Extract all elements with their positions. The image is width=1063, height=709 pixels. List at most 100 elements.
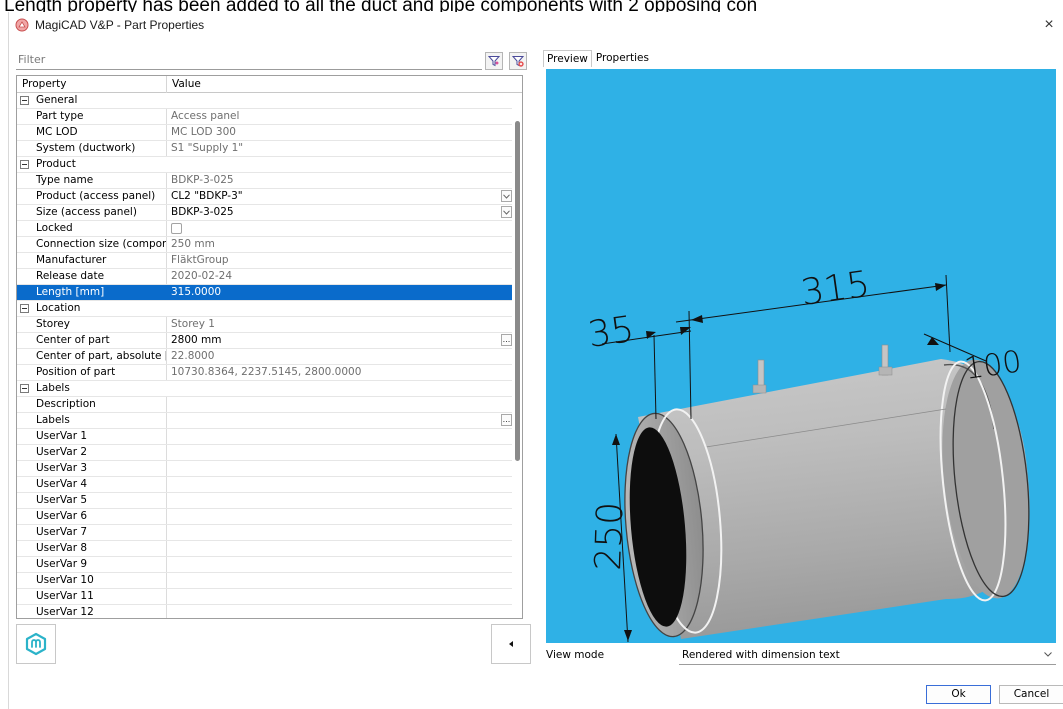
property-name: System (ductwork): [17, 141, 167, 156]
property-name: UserVar 1: [17, 429, 167, 444]
view-mode-select[interactable]: Rendered with dimension text: [679, 645, 1056, 665]
collapse-panel-button[interactable]: [491, 624, 531, 664]
locked-checkbox[interactable]: [171, 223, 182, 234]
property-value[interactable]: [167, 445, 514, 460]
category-row[interactable]: General: [17, 93, 514, 109]
property-row[interactable]: Description: [17, 397, 514, 413]
dropdown-button[interactable]: [501, 206, 512, 218]
property-row[interactable]: Type name BDKP-3-025: [17, 173, 514, 189]
property-name: Part type: [17, 109, 167, 124]
property-row[interactable]: Size (access panel) BDKP-3-025: [17, 205, 514, 221]
property-value[interactable]: [167, 461, 514, 476]
title-bar: MagiCAD V&P - Part Properties ×: [9, 12, 1063, 38]
property-row[interactable]: UserVar 11: [17, 589, 514, 605]
vertical-scrollbar[interactable]: [512, 93, 522, 618]
clear-filter-button[interactable]: [509, 52, 527, 70]
property-row[interactable]: Length [mm] 315.0000: [17, 285, 514, 301]
property-row[interactable]: Connection size (component) 250 mm: [17, 237, 514, 253]
ellipsis-button[interactable]: ...: [501, 334, 512, 346]
property-value-text: Access panel: [171, 110, 240, 122]
property-name: Position of part: [17, 365, 167, 380]
collapse-minus-icon[interactable]: [20, 304, 29, 313]
property-name: Manufacturer: [17, 253, 167, 268]
ok-button[interactable]: Ok: [926, 685, 991, 704]
property-value[interactable]: [167, 477, 514, 492]
property-row[interactable]: Labels...: [17, 413, 514, 429]
property-value[interactable]: [167, 541, 514, 556]
property-value[interactable]: CL2 "BDKP-3": [167, 189, 514, 204]
property-row[interactable]: System (ductwork) S1 "Supply 1": [17, 141, 514, 157]
property-value[interactable]: [167, 429, 514, 444]
property-row[interactable]: Part type Access panel: [17, 109, 514, 125]
ellipsis-button[interactable]: ...: [501, 414, 512, 426]
property-value[interactable]: [167, 493, 514, 508]
property-row[interactable]: Storey Storey 1: [17, 317, 514, 333]
scrollbar-thumb[interactable]: [515, 121, 520, 461]
category-row[interactable]: Labels: [17, 381, 514, 397]
property-row[interactable]: UserVar 5: [17, 493, 514, 509]
property-row[interactable]: Manufacturer FläktGroup: [17, 253, 514, 269]
collapse-minus-icon[interactable]: [20, 96, 29, 105]
property-value[interactable]: [167, 557, 514, 572]
property-row[interactable]: Locked: [17, 221, 514, 237]
property-value[interactable]: 315.0000: [167, 285, 514, 300]
property-value-text: MC LOD 300: [171, 126, 236, 138]
property-row[interactable]: UserVar 1: [17, 429, 514, 445]
dimension-end-label: 100: [962, 344, 1024, 387]
tab-preview[interactable]: Preview: [543, 50, 592, 67]
property-value: S1 "Supply 1": [167, 141, 514, 156]
property-value[interactable]: [167, 589, 514, 604]
filter-input[interactable]: [16, 50, 482, 70]
grid-header: Property Value: [17, 76, 522, 93]
property-value-text: 10730.8364, 2237.5145, 2800.0000: [171, 366, 362, 378]
tab-properties[interactable]: Properties: [593, 50, 652, 67]
property-row[interactable]: UserVar 4: [17, 477, 514, 493]
chevron-down-icon: [503, 209, 510, 215]
property-value[interactable]: [167, 605, 514, 618]
preview-tabs: Preview Properties: [543, 50, 652, 68]
property-value[interactable]: [167, 221, 514, 236]
chevron-down-icon: [503, 193, 510, 199]
property-row[interactable]: Center of part 2800 mm...: [17, 333, 514, 349]
property-value[interactable]: BDKP-3-025: [167, 205, 514, 220]
property-row[interactable]: Center of part, absolute [m] 22.8000: [17, 349, 514, 365]
property-name: Labels: [17, 413, 167, 428]
property-row[interactable]: UserVar 7: [17, 525, 514, 541]
category-row[interactable]: Product: [17, 157, 514, 173]
collapse-minus-icon[interactable]: [20, 384, 29, 393]
duct-preview-render: 315 35 100 250: [586, 264, 1030, 643]
filter-button[interactable]: [485, 52, 503, 70]
property-value[interactable]: [167, 509, 514, 524]
property-row[interactable]: UserVar 2: [17, 445, 514, 461]
property-row[interactable]: Position of part 10730.8364, 2237.5145, 2…: [17, 365, 514, 381]
property-row[interactable]: UserVar 6: [17, 509, 514, 525]
property-value: Access panel: [167, 109, 514, 124]
grid-rows: General Part type Access panel MC LOD MC LOD…: [17, 93, 514, 618]
property-row[interactable]: UserVar 10: [17, 573, 514, 589]
property-value-text: CL2 "BDKP-3": [171, 190, 243, 202]
category-label: General: [36, 94, 78, 106]
view-mode-value: Rendered with dimension text: [682, 649, 840, 661]
property-value[interactable]: [167, 397, 514, 412]
magicad-logo-button[interactable]: [16, 624, 56, 664]
property-value[interactable]: [167, 525, 514, 540]
property-value[interactable]: [167, 573, 514, 588]
dropdown-button[interactable]: [501, 190, 512, 202]
property-value[interactable]: ...: [167, 413, 514, 428]
cancel-button[interactable]: Cancel: [999, 685, 1063, 704]
window-title: MagiCAD V&P - Part Properties: [35, 18, 205, 32]
property-row[interactable]: MC LOD MC LOD 300: [17, 125, 514, 141]
column-header-value[interactable]: Value: [167, 76, 507, 93]
category-row[interactable]: Location: [17, 301, 514, 317]
property-row[interactable]: UserVar 8: [17, 541, 514, 557]
close-button[interactable]: ×: [1038, 14, 1060, 36]
property-row[interactable]: UserVar 12: [17, 605, 514, 618]
property-row[interactable]: UserVar 3: [17, 461, 514, 477]
property-row[interactable]: Release date 2020-02-24: [17, 269, 514, 285]
collapse-minus-icon[interactable]: [20, 160, 29, 169]
property-row[interactable]: UserVar 9: [17, 557, 514, 573]
column-header-property[interactable]: Property: [17, 76, 167, 93]
property-name: Length [mm]: [17, 285, 167, 300]
property-value[interactable]: 2800 mm...: [167, 333, 514, 348]
property-row[interactable]: Product (access panel) CL2 "BDKP-3": [17, 189, 514, 205]
